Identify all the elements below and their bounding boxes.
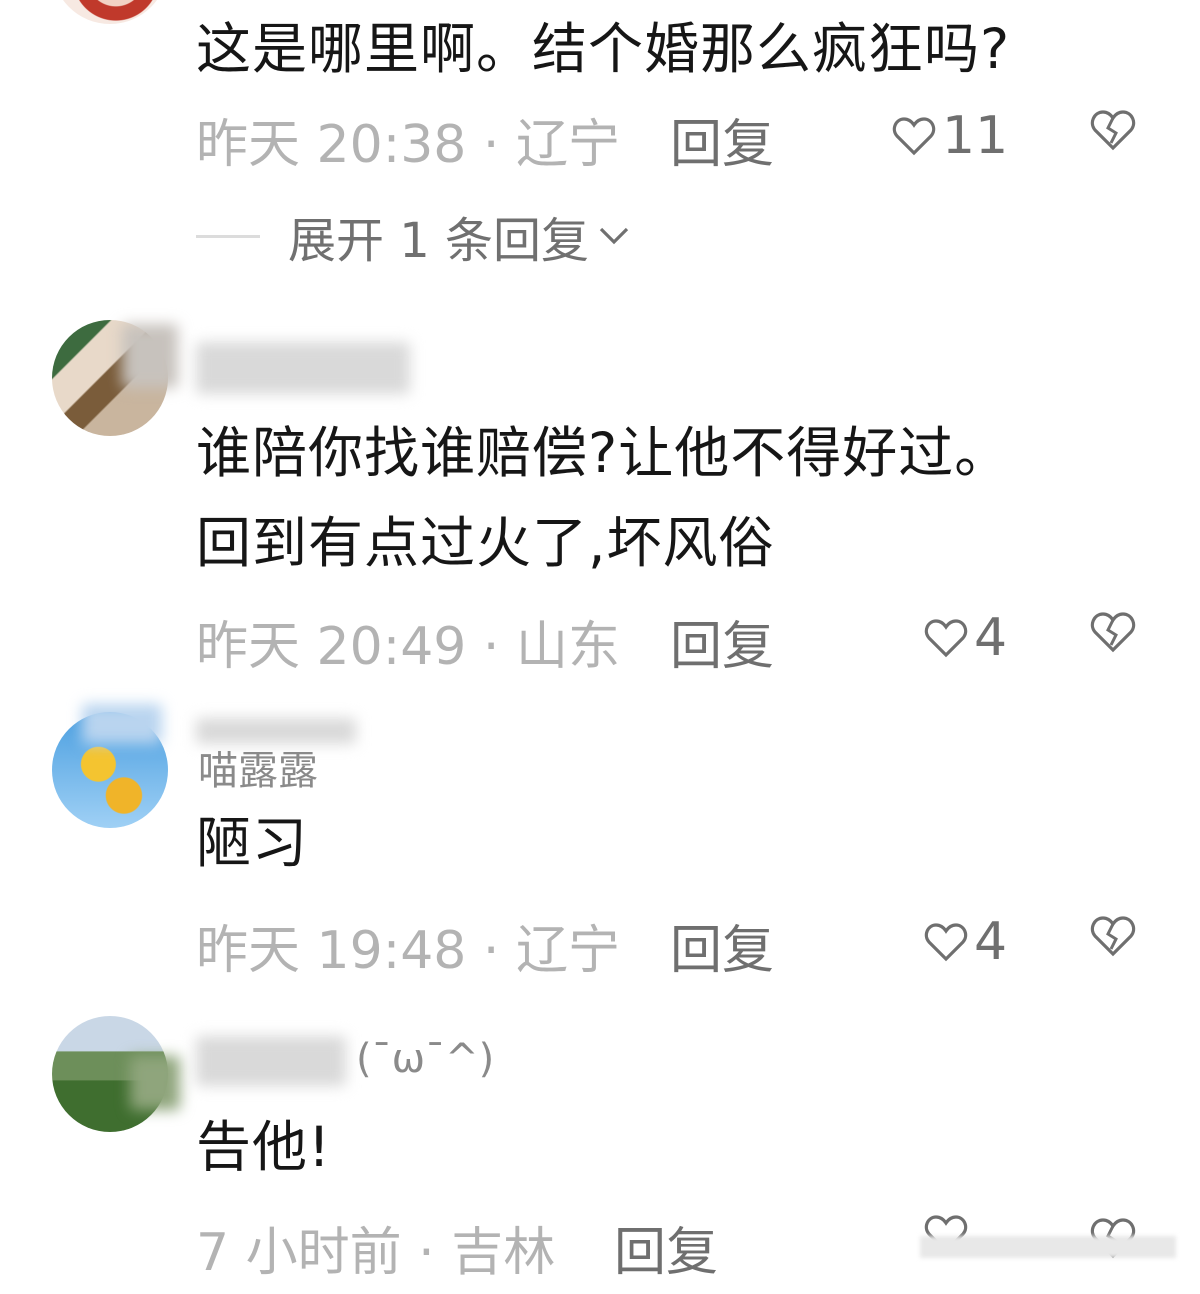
comment-meta: 昨天 20:38 · 辽宁 回复 11 [196,102,1156,175]
like-button[interactable]: 11 [892,106,1008,166]
comment-meta: 昨天 19:48 · 辽宁 回复 4 [196,908,1156,981]
comment-time-location: 昨天 20:49 · 山东 [196,617,620,677]
comment-meta: 昨天 20:49 · 山东 回复 4 [196,604,1156,677]
reply-button[interactable]: 回复 [670,102,774,177]
like-button[interactable]: 4 [924,912,1007,972]
heart-outline-icon [892,117,936,156]
like-count: 4 [974,912,1008,972]
heart-outline-icon [924,619,968,658]
username-redacted [130,1056,180,1110]
expand-replies-button[interactable]: 展开 1 条回复 [196,206,631,269]
comment-time-location: 昨天 20:38 · 辽宁 [196,115,620,175]
username-redacted [196,1036,346,1086]
comment-text: 告他! [196,1115,332,1179]
comment-text: 这是哪里啊。结个婚那么疯狂吗? [196,17,1011,81]
expand-replies-label: 展开 1 条回复 [288,213,590,269]
reply-button[interactable]: 回复 [614,1210,718,1285]
broken-heart-icon[interactable] [1090,610,1136,654]
comment-text: 谁陪你找谁赔偿?让他不得好过。 回到有点过火了,坏风俗 [196,421,1011,575]
username-suffix[interactable]: (¯ω¯^) [356,1036,494,1082]
username[interactable]: 喵露露 [198,738,318,796]
like-count: 4 [974,608,1008,668]
username-redacted [82,704,162,744]
broken-heart-icon[interactable] [1090,108,1136,152]
watermark-redacted [920,1236,1176,1258]
like-button[interactable]: 4 [924,608,1007,668]
reply-button[interactable]: 回复 [670,604,774,679]
broken-heart-icon[interactable] [1090,914,1136,958]
comment-time-location: 7 小时前 · 吉林 [196,1223,556,1283]
comment-text: 陋习 [196,811,309,875]
comment-time-location: 昨天 19:48 · 辽宁 [196,921,620,981]
username-redacted [122,324,178,388]
like-count: 11 [942,106,1009,166]
reply-button[interactable]: 回复 [670,908,774,983]
divider [196,234,260,238]
chevron-down-icon [599,227,629,245]
heart-outline-icon [924,923,968,962]
avatar[interactable] [52,0,168,24]
username-redacted [196,342,410,394]
